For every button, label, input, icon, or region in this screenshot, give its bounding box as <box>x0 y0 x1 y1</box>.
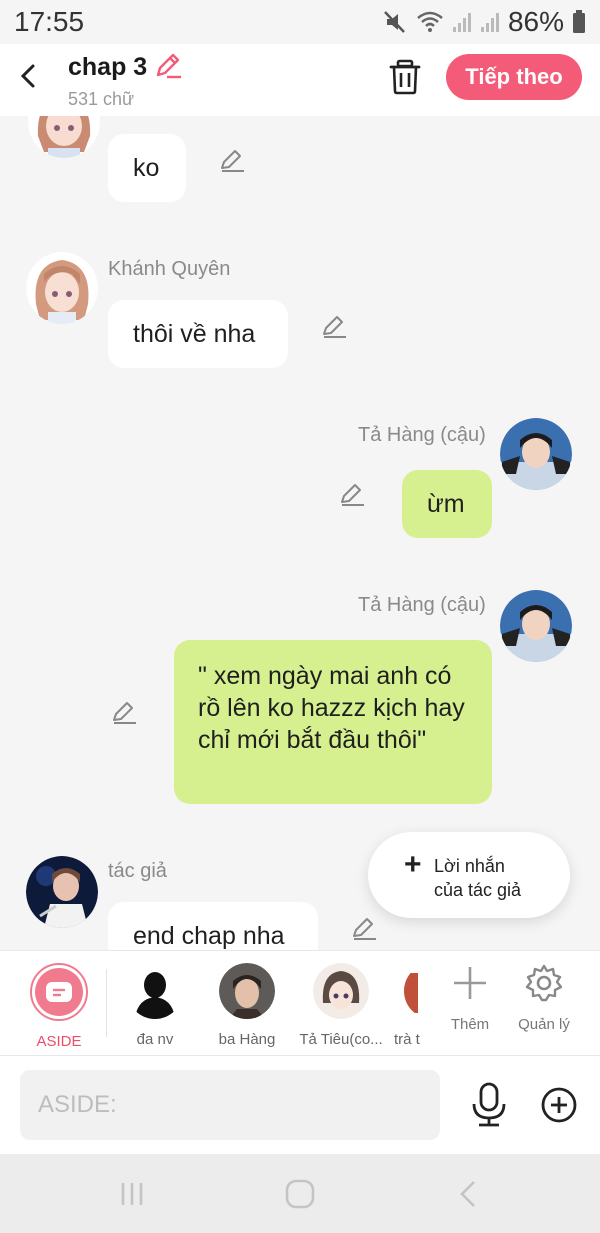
character-ta-tieu[interactable]: Tả Tiêu(co... <box>296 963 386 1048</box>
author-note-line2: của tác giả <box>434 880 522 900</box>
character-label: Tả Tiêu(co... <box>299 1031 383 1048</box>
divider <box>106 969 107 1037</box>
signal-icon-1 <box>452 11 472 33</box>
gear-icon <box>525 964 563 1002</box>
recent-apps-icon <box>121 1183 143 1205</box>
system-nav-bar <box>0 1154 600 1233</box>
status-time: 17:55 <box>14 6 85 37</box>
sender-name: Tả Hàng (cậu) <box>358 424 486 446</box>
edit-message-icon[interactable] <box>338 480 366 508</box>
chat-area[interactable]: ko Khánh Quyên thôi về nha Tả Hàng (cậu)… <box>0 116 600 950</box>
header: chap 3 531 chữ Tiếp theo <box>0 44 600 116</box>
character-label: ba Hàng <box>218 1031 276 1048</box>
wifi-icon <box>416 10 444 34</box>
status-bar: 17:55 86% <box>0 0 600 44</box>
character-tra[interactable]: trà t <box>386 963 422 1048</box>
edit-title-icon[interactable] <box>153 50 183 85</box>
avatar <box>219 963 275 1019</box>
character-da-nv[interactable]: đa nv <box>110 963 200 1048</box>
battery-icon <box>572 10 586 34</box>
mic-button[interactable] <box>470 1082 508 1128</box>
avatar-ta-hang[interactable] <box>500 590 572 662</box>
title-area: chap 3 531 chữ <box>68 50 183 110</box>
home-button[interactable] <box>280 1176 320 1212</box>
manage-button[interactable]: Quản lý <box>504 963 584 1033</box>
message-bubble[interactable]: ko <box>108 134 186 202</box>
aside-avatar <box>30 963 88 1021</box>
plus-circle-icon <box>541 1087 577 1123</box>
edit-message-icon[interactable] <box>218 146 246 174</box>
edit-message-icon[interactable] <box>320 312 348 340</box>
avatar <box>313 963 369 1019</box>
mute-icon <box>382 9 408 35</box>
plus-icon <box>454 967 486 999</box>
author-note-button[interactable]: + Lời nhắn của tác giả <box>368 832 570 918</box>
character-bar: ASIDE đa nv ba Hàng Tả Tiêu(co... trà t … <box>0 950 600 1056</box>
avatar-khanh-quyen[interactable] <box>28 116 100 158</box>
sender-name: Tả Hàng (cậu) <box>358 594 486 616</box>
message-text: thôi về nha <box>133 320 256 348</box>
page-title: chap 3 <box>68 53 148 81</box>
delete-button[interactable] <box>386 58 424 96</box>
input-bar <box>0 1056 600 1154</box>
chevron-left-icon <box>20 64 35 88</box>
character-label: trà t <box>394 1031 420 1048</box>
home-icon <box>285 1179 315 1209</box>
message-text: ừm <box>427 490 465 518</box>
author-note-label: Lời nhắn của tác giả <box>434 854 521 902</box>
avatar <box>404 963 422 1019</box>
message-icon <box>46 982 72 1002</box>
back-nav-button[interactable] <box>448 1176 488 1212</box>
add-label: Thêm <box>450 1016 490 1033</box>
message-text: end chap nha <box>133 922 285 950</box>
character-label: đa nv <box>136 1031 174 1048</box>
next-button[interactable]: Tiếp theo <box>446 54 582 100</box>
author-note-line1: Lời nhắn <box>434 856 505 876</box>
plus-icon: + <box>404 848 422 881</box>
word-count: 531 chữ <box>68 89 135 109</box>
character-label: ASIDE <box>36 1033 82 1050</box>
edit-message-icon[interactable] <box>350 914 378 942</box>
message-bubble[interactable]: ừm <box>402 470 492 538</box>
message-bubble[interactable]: end chap nha <box>108 902 318 950</box>
message-text: " xem ngày mai anh có rồ lên ko hazzz kị… <box>198 662 465 754</box>
back-button[interactable] <box>14 58 42 94</box>
signal-icon-2 <box>480 11 500 33</box>
microphone-icon <box>472 1082 506 1127</box>
attach-button[interactable] <box>540 1086 578 1124</box>
manage-label: Quản lý <box>518 1016 570 1033</box>
recent-apps-button[interactable] <box>112 1176 152 1212</box>
character-aside[interactable]: ASIDE <box>14 963 104 1050</box>
message-input[interactable] <box>20 1070 440 1140</box>
add-character-button[interactable]: Thêm <box>430 963 510 1033</box>
message-bubble[interactable]: " xem ngày mai anh có rồ lên ko hazzz kị… <box>174 640 492 804</box>
back-icon <box>460 1181 475 1207</box>
message-bubble[interactable]: thôi về nha <box>108 300 288 368</box>
avatar-ta-hang[interactable] <box>500 418 572 490</box>
avatar-khanh-quyen[interactable] <box>26 252 98 324</box>
edit-message-icon[interactable] <box>110 698 138 726</box>
battery-percent: 86% <box>507 6 564 37</box>
message-text: ko <box>133 154 160 182</box>
character-ba-hang[interactable]: ba Hàng <box>202 963 292 1048</box>
sender-name: tác giả <box>108 860 167 882</box>
trash-icon <box>389 59 421 95</box>
avatar-tac-gia[interactable] <box>26 856 98 928</box>
avatar <box>127 963 183 1019</box>
sender-name: Khánh Quyên <box>108 258 231 280</box>
